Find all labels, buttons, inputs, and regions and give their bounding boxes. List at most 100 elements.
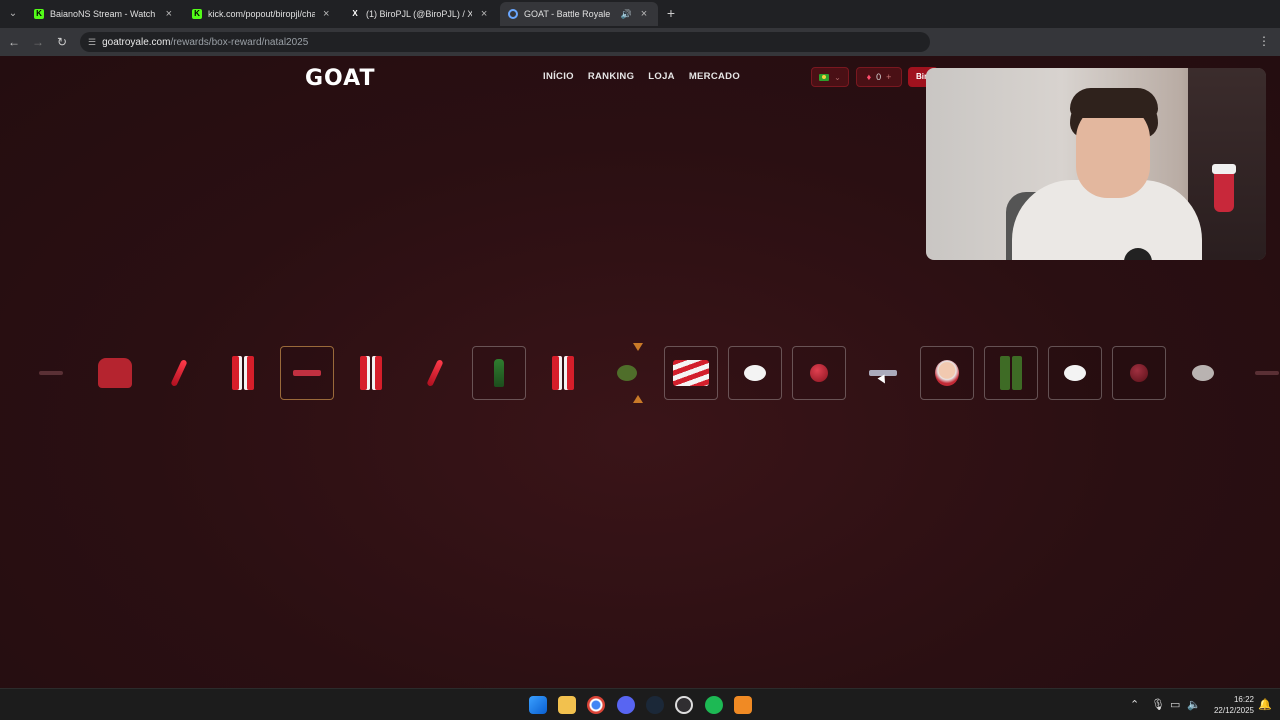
steam-icon[interactable] (646, 696, 664, 714)
roulette-item (152, 346, 206, 400)
roulette-item (664, 346, 718, 400)
discord-icon[interactable] (617, 696, 635, 714)
pants-green-item-icon (1000, 356, 1022, 390)
pants-item-icon (552, 356, 574, 390)
tab-title: (1) BiroPJL (@BiroPJL) / X (366, 9, 473, 19)
tab-baianons-stream[interactable]: K BaianoNS Stream - Watch Live × (26, 2, 182, 26)
obs-icon[interactable] (675, 696, 693, 714)
url-path: /rewards/box-reward/natal2025 (170, 36, 309, 48)
roulette-item (984, 346, 1038, 400)
windows-start-icon[interactable] (529, 696, 547, 714)
roulette-item (344, 346, 398, 400)
close-icon[interactable]: × (638, 8, 650, 20)
browser-menu-icon[interactable]: ⋮ (1258, 34, 1270, 48)
bat-item-icon (426, 359, 444, 387)
bat-item-icon (170, 359, 188, 387)
nav-inicio[interactable]: INÍCIO (543, 71, 574, 82)
goat-logo[interactable]: GOAT (305, 66, 376, 91)
egg-item-icon (744, 365, 766, 381)
chrome-icon[interactable] (587, 696, 605, 714)
microphone-icon[interactable]: 🎙 (1151, 698, 1165, 711)
egg-dim-item-icon (1192, 365, 1214, 381)
tab-kick-chat[interactable]: K kick.com/popout/biropjl/chat × (184, 2, 340, 26)
roulette-item (1240, 346, 1280, 400)
gem-icon: ♦ (866, 72, 872, 82)
address-bar[interactable]: ☰ goatroyale.com/rewards/box-reward/nata… (80, 32, 930, 52)
file-explorer-icon[interactable] (558, 696, 576, 714)
faint-item-icon (1255, 371, 1279, 375)
roulette-item (1112, 346, 1166, 400)
kick-icon: K (34, 9, 44, 19)
shirt-item-icon (98, 358, 132, 388)
roulette-item (536, 346, 590, 400)
roulette-item (24, 346, 78, 400)
plus-icon: + (886, 72, 892, 82)
roulette-item (280, 346, 334, 400)
close-icon[interactable]: × (478, 8, 490, 20)
nav-mercado[interactable]: MERCADO (689, 71, 740, 82)
chevron-up-icon[interactable]: ⌃ (1130, 698, 1139, 711)
nav-loja[interactable]: LOJA (648, 71, 675, 82)
windows-taskbar: ⌃ 🎙 ▭ 🔈 16:22 22/12/2025 🔔 (0, 688, 1280, 720)
roulette-item (728, 346, 782, 400)
tab-title: GOAT - Battle Royale (524, 9, 611, 19)
tab-title: kick.com/popout/biropjl/chat (208, 9, 315, 19)
tab-title: BaianoNS Stream - Watch Live (50, 9, 158, 19)
roulette-item (1048, 346, 1102, 400)
bottle-item-icon (494, 359, 504, 387)
ball-item-icon (810, 364, 828, 382)
christmas-stocking (1212, 164, 1236, 212)
url-domain: goatroyale.com (102, 36, 171, 48)
roulette-item (792, 346, 846, 400)
tab-search-icon[interactable]: ⌄ (6, 7, 20, 21)
x-icon: X (352, 9, 358, 18)
roulette-item (1176, 346, 1230, 400)
new-tab-icon[interactable]: + (664, 6, 678, 20)
system-clock[interactable]: 16:22 22/12/2025 (1206, 694, 1254, 716)
speaker-icon[interactable]: 🔊 (621, 9, 632, 20)
tab-goat-battle-royale[interactable]: GOAT - Battle Royale 🔊 × (500, 2, 658, 26)
grenade-item-icon (617, 365, 637, 381)
main-nav: INÍCIO RANKING LOJA MERCADO (543, 71, 740, 82)
forward-icon[interactable]: → (30, 34, 46, 50)
roulette-item (920, 346, 974, 400)
kick-icon: K (192, 9, 202, 19)
site-info-icon[interactable]: ☰ (88, 37, 96, 48)
pants-item-icon (360, 356, 382, 390)
network-icon[interactable]: ▭ (1170, 698, 1180, 711)
roulette-item (216, 346, 270, 400)
spotify-icon[interactable] (705, 696, 723, 714)
flag-item-icon (673, 360, 709, 386)
streamer-hair-top (1070, 88, 1158, 118)
logo-text: GOAT (305, 66, 376, 91)
roulette-marker-bottom-icon (633, 395, 643, 403)
volume-icon[interactable]: 🔈 (1187, 698, 1201, 711)
site-page: GOAT INÍCIO RANKING LOJA MERCADO ⌄ ♦ 0 +… (0, 56, 1280, 688)
roulette-marker-top-icon (633, 343, 643, 351)
browser-tab-strip: ⌄ K BaianoNS Stream - Watch Live × K kic… (0, 0, 1280, 28)
tab-x-profile[interactable]: X (1) BiroPJL (@BiroPJL) / X × (342, 2, 498, 26)
back-icon[interactable]: ← (6, 34, 22, 50)
language-selector[interactable]: ⌄ (811, 67, 849, 87)
close-icon[interactable]: × (321, 8, 333, 20)
reload-icon[interactable]: ↻ (54, 34, 70, 50)
chevron-down-icon: ⌄ (834, 72, 841, 82)
notification-bell-icon[interactable]: 🔔 (1258, 698, 1272, 711)
ball-dim-item-icon (1130, 364, 1148, 382)
goat-icon (508, 9, 518, 19)
gems-count: 0 (876, 72, 882, 82)
santa-item-icon (935, 360, 959, 386)
nav-ranking[interactable]: RANKING (588, 71, 634, 82)
gun-item-icon (293, 370, 321, 376)
close-icon[interactable]: × (164, 8, 174, 20)
app-icon[interactable] (734, 696, 752, 714)
roulette-strip (0, 346, 1280, 402)
roulette-item (856, 346, 910, 400)
roulette-item (88, 346, 142, 400)
browser-toolbar: ← → ↻ ☰ goatroyale.com/rewards/box-rewar… (0, 28, 1280, 56)
roulette-item (600, 346, 654, 400)
gems-balance[interactable]: ♦ 0 + (856, 67, 902, 87)
clock-date: 22/12/2025 (1213, 706, 1254, 715)
roulette-item (472, 346, 526, 400)
roulette-item (408, 346, 462, 400)
